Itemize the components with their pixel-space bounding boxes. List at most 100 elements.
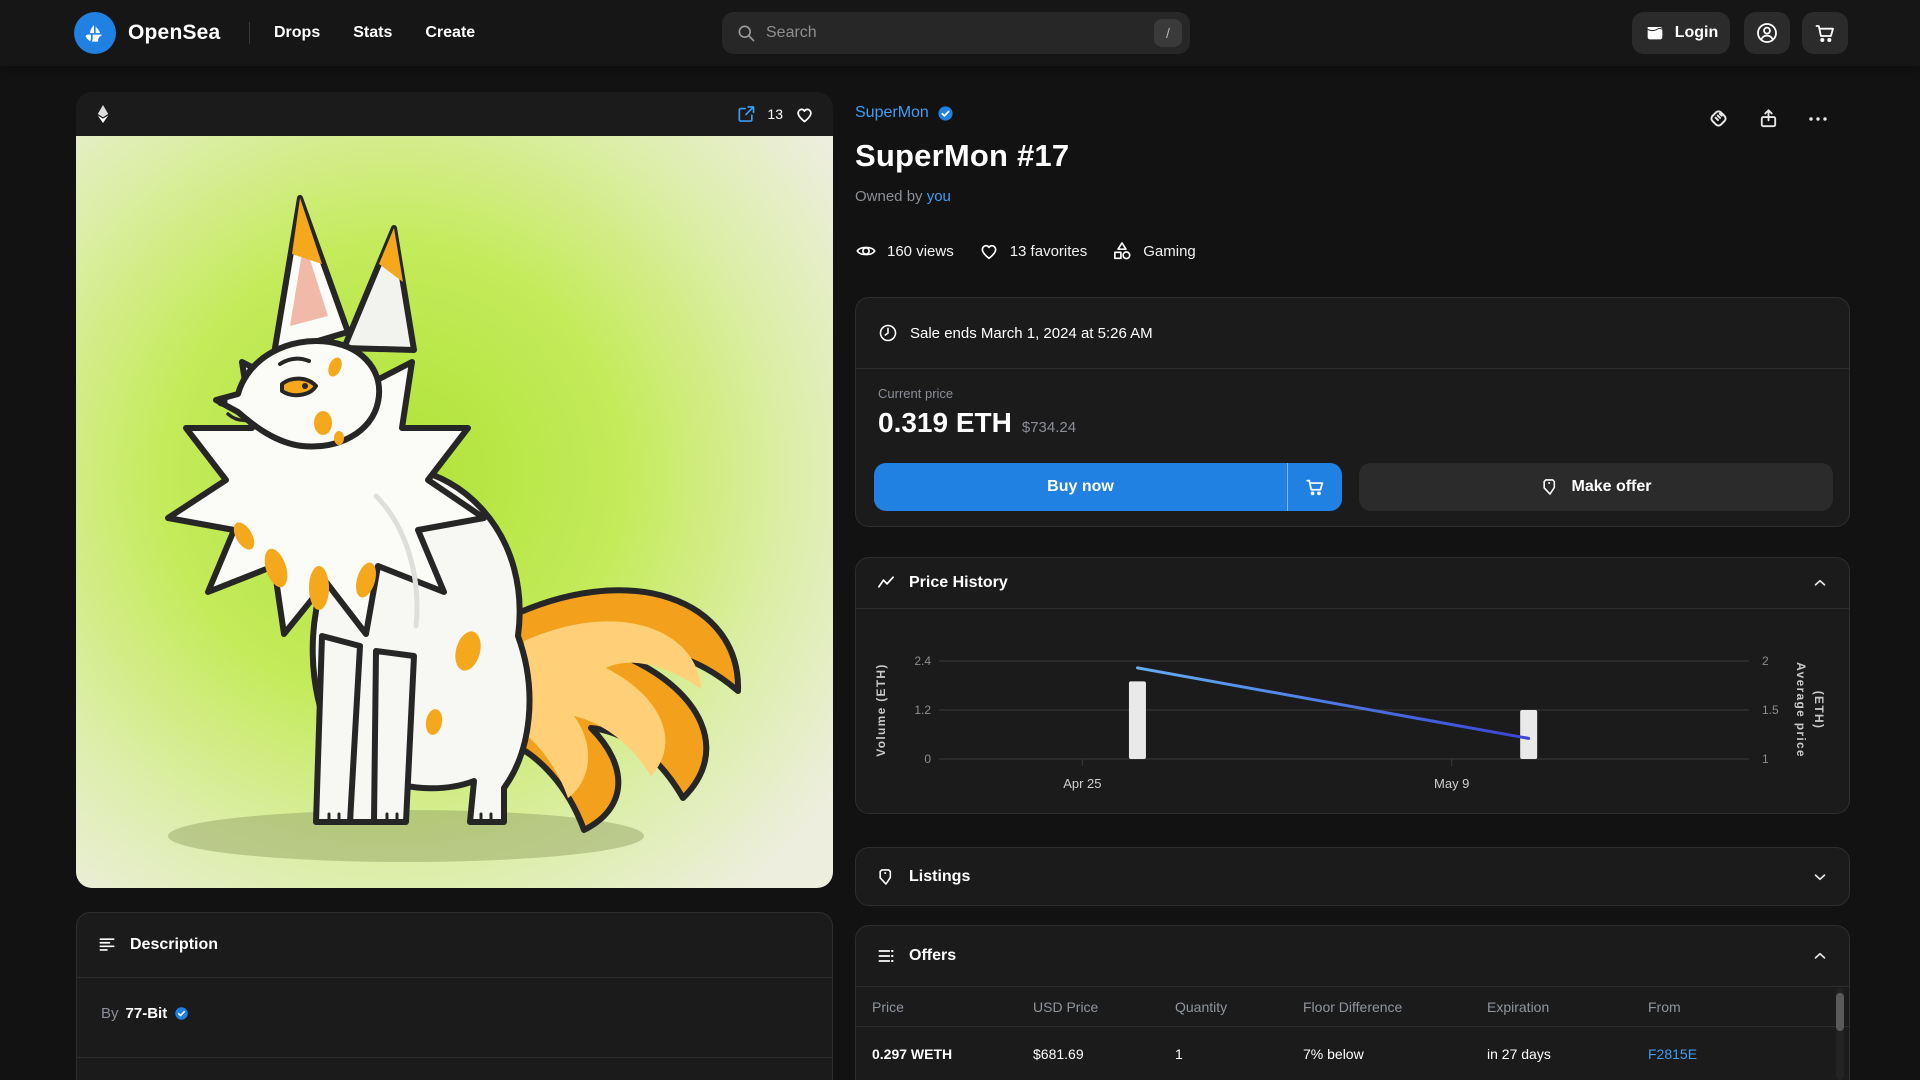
buy-now-button[interactable]: Buy now <box>874 463 1288 511</box>
svg-text:Apr 25: Apr 25 <box>1063 776 1101 791</box>
owner-link[interactable]: you <box>927 188 951 205</box>
profile-button[interactable] <box>1744 12 1790 54</box>
col-price: Price <box>872 999 1033 1015</box>
offer-price: 0.297 WETH <box>872 1046 1033 1062</box>
line-chart-icon <box>876 573 896 593</box>
divider <box>856 368 1849 369</box>
svg-text:1.2: 1.2 <box>914 703 931 717</box>
tag-icon <box>876 867 896 887</box>
favorites-label: 13 favorites <box>1010 243 1088 260</box>
price-history-header[interactable]: Price History <box>856 558 1849 608</box>
svg-text:2.4: 2.4 <box>914 654 931 668</box>
col-floor-difference: Floor Difference <box>1303 999 1487 1015</box>
price-history-title: Price History <box>909 574 1008 592</box>
offer-row: 0.297 WETH $681.69 1 7% below in 27 days… <box>856 1027 1816 1080</box>
creator-row: By 77-Bit <box>101 1005 189 1022</box>
description-header[interactable]: Description <box>77 913 832 977</box>
owned-by: Owned by you <box>855 188 951 205</box>
nav-item-create[interactable]: Create <box>425 24 475 42</box>
divider <box>77 977 832 978</box>
search-bar: / <box>722 12 1190 54</box>
heart-icon <box>978 240 1000 262</box>
offers-column-headers: Price USD Price Quantity Floor Differenc… <box>856 987 1816 1026</box>
cart-button[interactable] <box>1802 12 1848 54</box>
chevron-up-icon[interactable] <box>1811 574 1829 592</box>
price-block: Current price 0.319 ETH $734.24 <box>878 386 1076 439</box>
nav-item-drops[interactable]: Drops <box>274 24 320 42</box>
brand-name: OpenSea <box>128 21 220 45</box>
nav-links: Drops Stats Create <box>274 0 475 66</box>
nav-item-stats[interactable]: Stats <box>353 24 392 42</box>
col-quantity: Quantity <box>1175 999 1303 1015</box>
share-icon[interactable] <box>1757 107 1780 130</box>
listings-card: Listings <box>855 847 1850 906</box>
listings-header[interactable]: Listings <box>856 848 1849 905</box>
offer-expiration: in 27 days <box>1487 1046 1648 1062</box>
clock-icon <box>878 323 898 343</box>
description-icon <box>97 935 117 955</box>
col-usd-price: USD Price <box>1033 999 1175 1015</box>
media-header: 13 <box>76 92 833 136</box>
login-label: Login <box>1675 24 1719 42</box>
search-shortcut-hint: / <box>1154 19 1182 47</box>
nav-divider <box>249 22 250 44</box>
price-usd: $734.24 <box>1022 419 1076 436</box>
shapes-icon <box>1111 240 1133 262</box>
svg-text:0: 0 <box>924 752 931 766</box>
offer-from-link[interactable]: F2815E <box>1648 1046 1816 1062</box>
make-offer-button[interactable]: Make offer <box>1359 463 1833 511</box>
more-options-icon[interactable] <box>1806 107 1830 131</box>
svg-text:1.5: 1.5 <box>1762 703 1779 717</box>
make-offer-label: Make offer <box>1571 478 1651 496</box>
svg-text:May 9: May 9 <box>1434 776 1469 791</box>
listings-title: Listings <box>909 868 970 886</box>
svg-text:(ETH): (ETH) <box>1812 691 1826 730</box>
login-button[interactable]: Login <box>1632 12 1730 54</box>
deal-icon[interactable] <box>1706 106 1731 131</box>
offers-scrollbar-thumb[interactable] <box>1836 993 1844 1031</box>
opensea-item-page: OpenSea Drops Stats Create / Login <box>0 0 1920 1080</box>
svg-text:Average price: Average price <box>1794 662 1808 758</box>
category-stat[interactable]: Gaming <box>1111 240 1196 262</box>
item-stats: 160 views 13 favorites Gaming <box>855 240 1196 262</box>
external-link-icon[interactable] <box>736 104 756 124</box>
price-history-card: Price History 01.22.411.52Apr 25May 9Vol… <box>855 557 1850 814</box>
collection-link[interactable]: SuperMon <box>855 104 929 122</box>
search-input[interactable] <box>766 24 1144 42</box>
description-title: Description <box>130 936 218 954</box>
verified-badge-icon <box>174 1006 189 1021</box>
price-eth: 0.319 ETH <box>878 407 1012 439</box>
chevron-down-icon[interactable] <box>1811 868 1829 886</box>
owned-by-prefix: Owned by <box>855 188 923 205</box>
divider <box>77 1057 832 1058</box>
offers-header[interactable]: Offers <box>856 926 1849 986</box>
item-title: SuperMon #17 <box>855 138 1069 174</box>
offer-floor-difference: 7% below <box>1303 1046 1487 1062</box>
purchase-buttons: Buy now Make offer <box>874 463 1833 511</box>
add-to-cart-button[interactable] <box>1288 463 1342 511</box>
creator-link[interactable]: 77-Bit <box>126 1005 168 1022</box>
current-price-label: Current price <box>878 386 1076 401</box>
description-card: Description By 77-Bit <box>76 912 833 1080</box>
offers-list-icon <box>876 946 896 966</box>
buy-group: Buy now <box>874 463 1342 511</box>
offer-quantity: 1 <box>1175 1046 1303 1062</box>
nft-artwork <box>76 136 833 888</box>
heart-icon[interactable] <box>794 104 815 125</box>
cart-icon <box>1813 21 1837 45</box>
wallet-icon <box>1644 22 1666 44</box>
chevron-up-icon[interactable] <box>1811 947 1829 965</box>
svg-text:2: 2 <box>1762 654 1769 668</box>
top-nav: OpenSea Drops Stats Create / Login <box>0 0 1920 66</box>
ethereum-icon <box>94 104 112 124</box>
verified-badge-icon <box>937 105 954 122</box>
nft-media-card: 13 <box>76 92 833 888</box>
price-history-chart: 01.22.411.52Apr 25May 9Volume (ETH)Avera… <box>856 609 1849 814</box>
opensea-logo[interactable]: OpenSea <box>74 12 220 54</box>
eye-icon <box>855 240 877 262</box>
item-actions <box>1706 106 1830 131</box>
offers-card: Offers Price USD Price Quantity Floor Di… <box>855 925 1850 1080</box>
svg-text:1: 1 <box>1762 752 1769 766</box>
col-from: From <box>1648 999 1816 1015</box>
by-prefix: By <box>101 1005 119 1022</box>
